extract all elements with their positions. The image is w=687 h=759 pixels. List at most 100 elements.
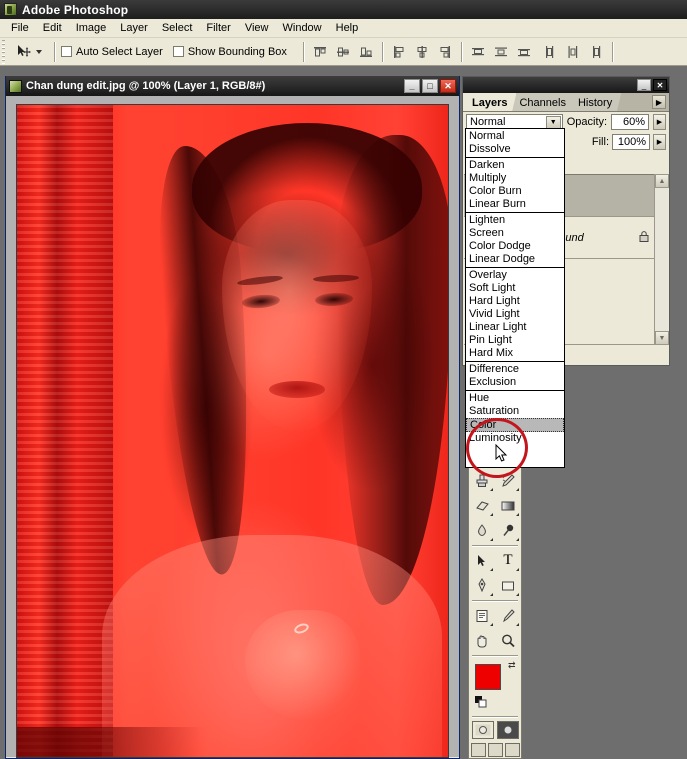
distribute-right-edges-icon[interactable]: [586, 42, 606, 62]
blend-option-hard-light[interactable]: Hard Light: [466, 295, 564, 308]
tab-channels[interactable]: Channels: [510, 93, 575, 111]
menu-item-filter[interactable]: Filter: [199, 20, 237, 36]
menu-item-layer[interactable]: Layer: [113, 20, 155, 36]
document-window-buttons: _ □ ✕: [404, 79, 456, 93]
blend-option-normal[interactable]: Normal: [466, 130, 564, 143]
palette-minimize-button[interactable]: _: [637, 79, 651, 91]
blend-option-lighten[interactable]: Lighten: [466, 214, 564, 227]
quick-mask-mode-icon[interactable]: [496, 721, 519, 739]
blur-tool-icon[interactable]: [469, 518, 495, 543]
standard-mode-icon[interactable]: [471, 721, 494, 739]
current-tool-preview[interactable]: [10, 44, 48, 60]
fill-value-field[interactable]: 100%: [612, 134, 650, 150]
blend-option-linear-light[interactable]: Linear Light: [466, 321, 564, 334]
blend-option-linear-burn[interactable]: Linear Burn: [466, 198, 564, 211]
blend-mode-chevron-down-icon[interactable]: ▼: [545, 115, 561, 129]
align-horizontal-centers-icon[interactable]: [412, 42, 432, 62]
blend-option-overlay[interactable]: Overlay: [466, 269, 564, 282]
blend-option-multiply[interactable]: Multiply: [466, 172, 564, 185]
scroll-up-arrow-icon[interactable]: ▲: [655, 174, 669, 188]
align-bottom-edges-icon[interactable]: [356, 42, 376, 62]
distribute-top-edges-icon[interactable]: [468, 42, 488, 62]
document-canvas-area[interactable]: [6, 96, 459, 758]
palette-menu-arrow-icon[interactable]: ▶: [652, 95, 666, 109]
foreground-color-swatch[interactable]: [475, 664, 501, 690]
blend-option-pin-light[interactable]: Pin Light: [466, 334, 564, 347]
align-left-edges-icon[interactable]: [389, 42, 409, 62]
blend-mode-dropdown-list[interactable]: Normal Dissolve Darken Multiply Color Bu…: [465, 128, 565, 468]
layers-scrollbar[interactable]: ▲ ▼: [654, 174, 669, 347]
opacity-spinner-arrow-icon[interactable]: ▶: [653, 114, 666, 130]
document-window: Chan dung edit.jpg @ 100% (Layer 1, RGB/…: [5, 76, 460, 759]
gradient-tool-icon[interactable]: [495, 493, 521, 518]
menu-item-file[interactable]: File: [4, 20, 36, 36]
zoom-tool-icon[interactable]: [495, 628, 521, 653]
show-bounding-box-checkbox[interactable]: Show Bounding Box: [172, 46, 287, 58]
distribute-bottom-edges-icon[interactable]: [514, 42, 534, 62]
distribute-vertical-centers-icon[interactable]: [491, 42, 511, 62]
opacity-value-field[interactable]: 60%: [611, 114, 650, 130]
default-colors-icon[interactable]: [475, 696, 487, 708]
blend-option-linear-dodge[interactable]: Linear Dodge: [466, 253, 564, 266]
palette-close-button[interactable]: ✕: [653, 79, 667, 91]
auto-select-layer-box[interactable]: [61, 46, 72, 57]
align-right-edges-icon[interactable]: [435, 42, 455, 62]
menu-item-window[interactable]: Window: [276, 20, 329, 36]
blend-option-color-burn[interactable]: Color Burn: [466, 185, 564, 198]
blend-option-color[interactable]: Color: [466, 418, 564, 432]
align-vertical-centers-icon[interactable]: [333, 42, 353, 62]
blend-option-screen[interactable]: Screen: [466, 227, 564, 240]
hand-tool-icon[interactable]: [469, 628, 495, 653]
document-minimize-button[interactable]: _: [404, 79, 420, 93]
document-titlebar[interactable]: Chan dung edit.jpg @ 100% (Layer 1, RGB/…: [6, 76, 459, 96]
blend-option-saturation[interactable]: Saturation: [466, 405, 564, 418]
eyedropper-tool-icon[interactable]: [495, 603, 521, 628]
menu-item-image[interactable]: Image: [69, 20, 114, 36]
distribute-horizontal-centers-icon[interactable]: [563, 42, 583, 62]
blend-option-vivid-light[interactable]: Vivid Light: [466, 308, 564, 321]
tab-layers[interactable]: Layers: [463, 93, 517, 111]
eraser-tool-icon[interactable]: [469, 493, 495, 518]
rectangle-shape-tool-icon[interactable]: [495, 573, 521, 598]
history-brush-tool-icon[interactable]: [495, 468, 521, 493]
blend-option-difference[interactable]: Difference: [466, 363, 564, 376]
photo-canvas[interactable]: [16, 104, 449, 758]
blend-option-hard-mix[interactable]: Hard Mix: [466, 347, 564, 360]
fill-spinner-arrow-icon[interactable]: ▶: [653, 134, 666, 150]
menu-item-help[interactable]: Help: [329, 20, 366, 36]
options-bar-grip[interactable]: [1, 39, 8, 64]
document-maximize-button[interactable]: □: [422, 79, 438, 93]
blend-option-luminosity[interactable]: Luminosity: [466, 432, 564, 445]
blend-option-exclusion[interactable]: Exclusion: [466, 376, 564, 389]
distribute-left-edges-icon[interactable]: [540, 42, 560, 62]
tool-preset-chevron-down-icon[interactable]: [36, 49, 42, 54]
blend-option-dissolve[interactable]: Dissolve: [466, 143, 564, 156]
options-divider-2: [302, 41, 304, 62]
notes-tool-icon[interactable]: [469, 603, 495, 628]
menu-item-edit[interactable]: Edit: [36, 20, 69, 36]
type-tool-icon[interactable]: T: [495, 548, 521, 573]
menu-item-select[interactable]: Select: [155, 20, 200, 36]
blend-option-hue[interactable]: Hue: [466, 392, 564, 405]
dodge-tool-icon[interactable]: [495, 518, 521, 543]
align-top-edges-icon[interactable]: [310, 42, 330, 62]
document-close-button[interactable]: ✕: [440, 79, 456, 93]
standard-screen-mode-icon[interactable]: [470, 743, 486, 757]
full-screen-menubar-icon[interactable]: [487, 743, 503, 757]
full-screen-icon[interactable]: [504, 743, 520, 757]
palette-titlebar[interactable]: _ ✕: [463, 77, 669, 93]
swap-colors-icon[interactable]: ⇄: [508, 660, 516, 671]
pen-tool-icon[interactable]: [469, 573, 495, 598]
blend-group-darken: Darken Multiply Color Burn Linear Burn: [466, 158, 564, 213]
clone-stamp-tool-icon[interactable]: [469, 468, 495, 493]
tab-history[interactable]: History: [568, 93, 622, 111]
scroll-down-arrow-icon[interactable]: ▼: [655, 331, 669, 345]
menu-item-view[interactable]: View: [238, 20, 276, 36]
blend-option-color-dodge[interactable]: Color Dodge: [466, 240, 564, 253]
show-bounding-box-box[interactable]: [172, 46, 184, 57]
auto-select-layer-checkbox[interactable]: Auto Select Layer: [61, 46, 163, 58]
blend-option-soft-light[interactable]: Soft Light: [466, 282, 564, 295]
blend-option-darken[interactable]: Darken: [466, 159, 564, 172]
menu-bar: File Edit Image Layer Select Filter View…: [0, 19, 687, 38]
path-selection-tool-icon[interactable]: [469, 548, 495, 573]
